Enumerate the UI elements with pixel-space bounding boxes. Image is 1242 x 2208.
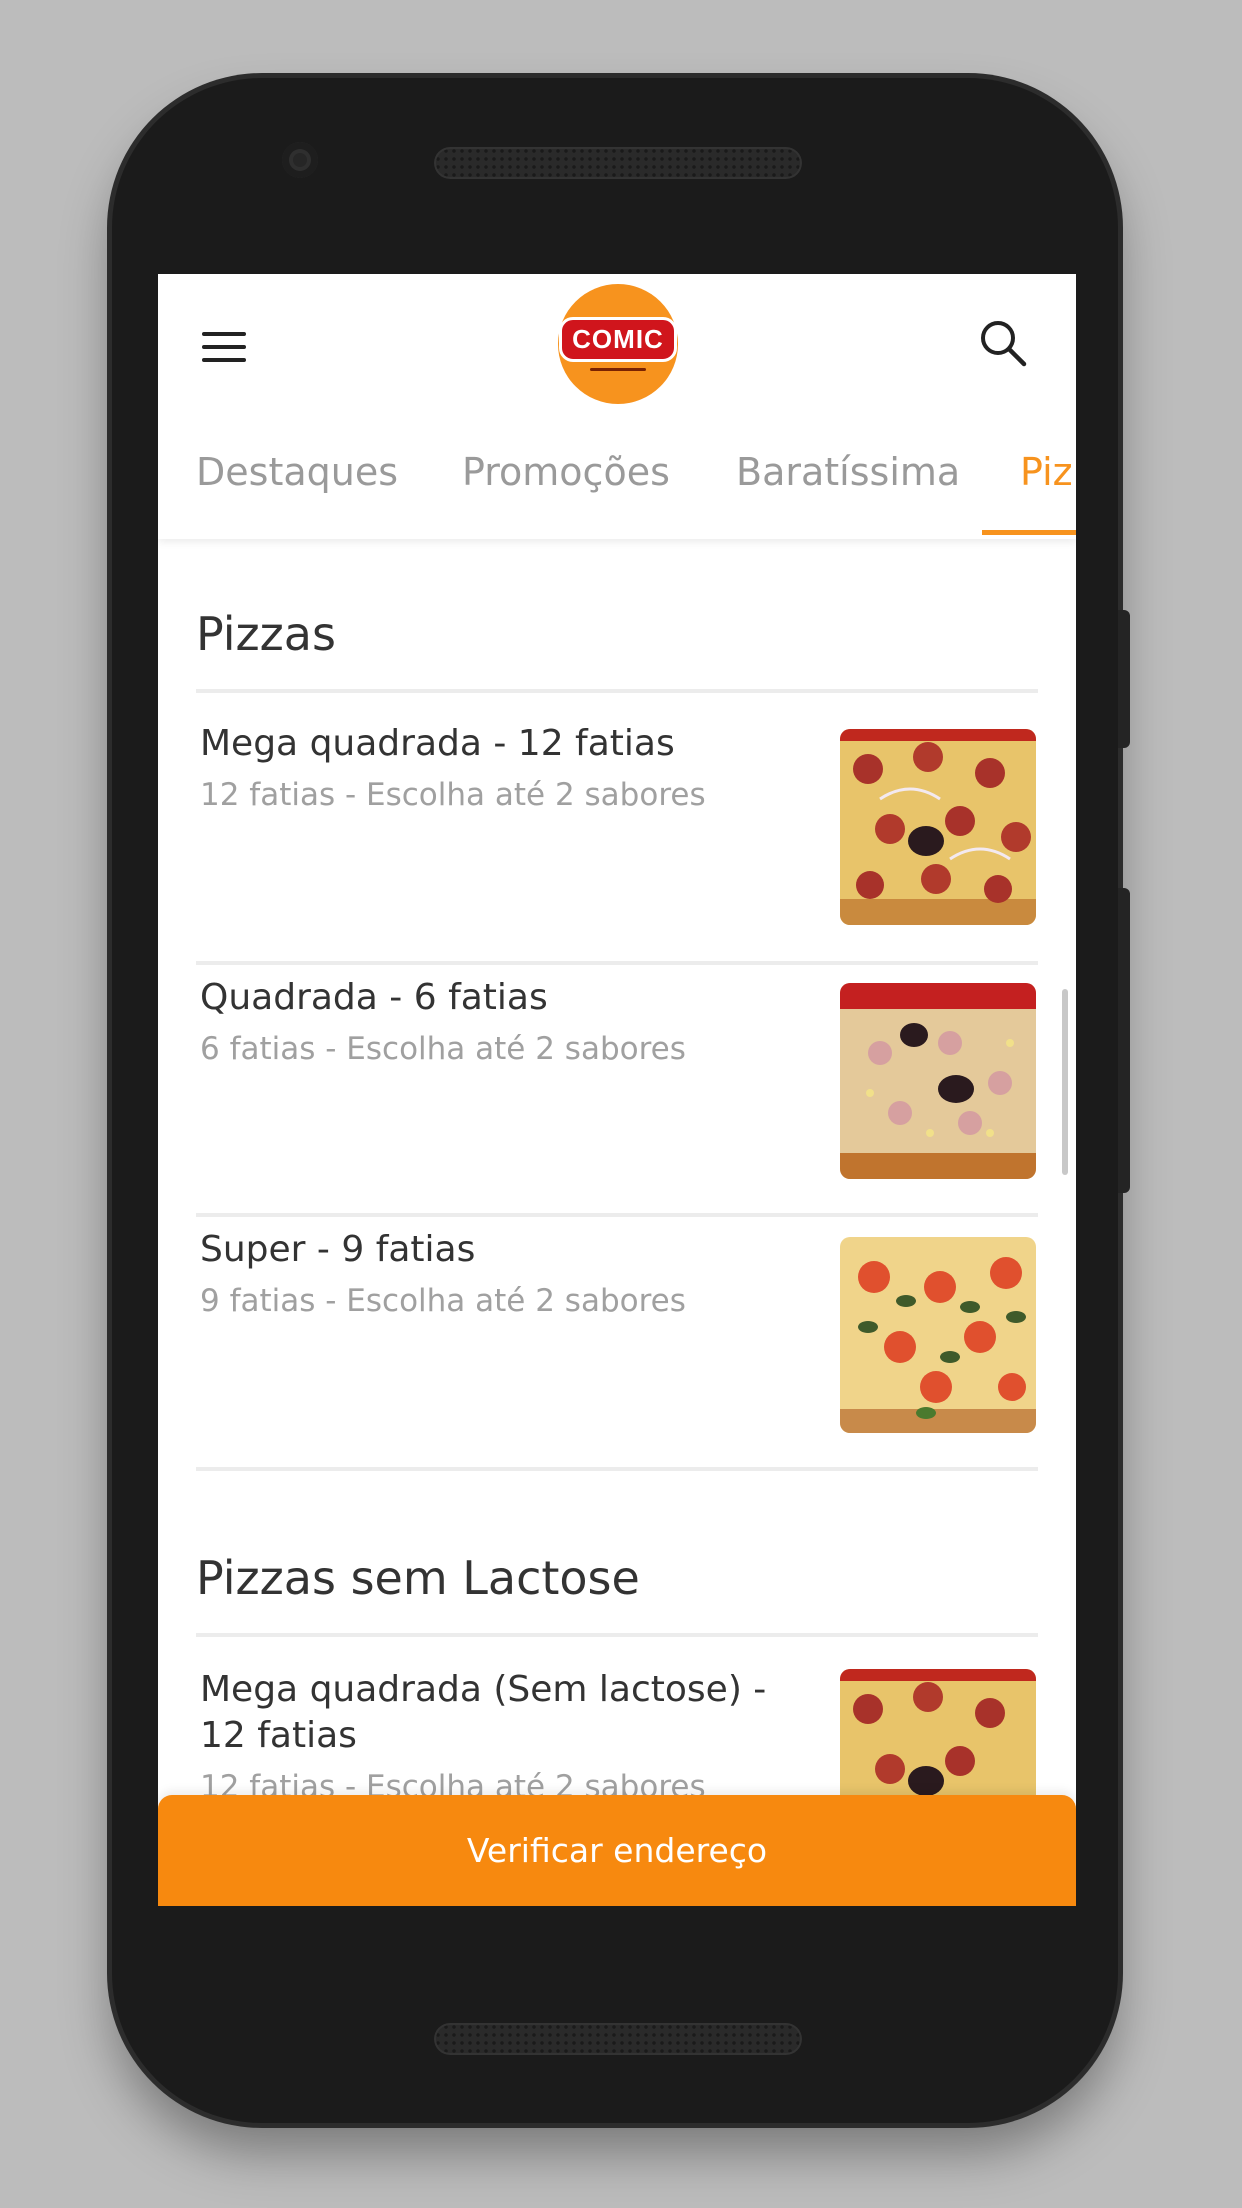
divider	[196, 1213, 1038, 1217]
phone-side-button-bottom	[1118, 888, 1130, 1193]
section-title-pizzas-sem-lactose: Pizzas sem Lactose	[196, 1551, 640, 1605]
item-photo	[840, 1237, 1036, 1433]
item-title: Mega quadrada - 12 fatias	[200, 723, 675, 764]
divider	[196, 1633, 1038, 1637]
tab-baratissima[interactable]: Baratíssima	[736, 444, 960, 539]
verify-address-button[interactable]: Verificar endereço	[158, 1795, 1076, 1906]
list-item[interactable]: Quadrada - 6 fatias 6 fatias - Escolha a…	[196, 975, 1038, 1205]
scrollbar[interactable]	[1062, 989, 1068, 1175]
active-tab-indicator	[982, 530, 1076, 535]
earpiece-speaker	[434, 147, 802, 179]
section-title-pizzas: Pizzas	[196, 607, 336, 661]
app-screen: COMIC Destaques Promoções Baratíssima Pi…	[158, 274, 1076, 1906]
divider	[196, 689, 1038, 693]
divider	[196, 961, 1038, 965]
item-subtitle: 9 fatias - Escolha até 2 sabores	[200, 1283, 686, 1319]
phone-side-button-top	[1118, 610, 1130, 748]
hamburger-icon[interactable]	[202, 330, 248, 366]
item-subtitle: 6 fatias - Escolha até 2 sabores	[200, 1031, 686, 1067]
list-item[interactable]: Mega quadrada - 12 fatias 12 fatias - Es…	[196, 721, 1038, 953]
divider	[196, 1467, 1038, 1471]
tab-promocoes[interactable]: Promoções	[462, 444, 670, 539]
tab-pizzas[interactable]: Piz	[1020, 444, 1073, 539]
item-title: Mega quadrada (Sem lactose) - 12 fatias	[200, 1669, 767, 1756]
front-camera	[282, 142, 318, 178]
category-tabs: Destaques Promoções Baratíssima Piz	[158, 444, 1076, 539]
item-subtitle: 12 fatias - Escolha até 2 sabores	[200, 777, 706, 813]
search-icon[interactable]	[978, 318, 1028, 368]
bottom-speaker	[434, 2023, 802, 2055]
app-header: COMIC Destaques Promoções Baratíssima Pi…	[158, 274, 1076, 539]
logo-wordmark: COMIC	[559, 317, 677, 362]
menu-list: Pizzas Mega quadrada - 12 fatias 12 fati…	[158, 539, 1076, 1906]
tab-destaques[interactable]: Destaques	[196, 444, 398, 539]
item-title: Quadrada - 6 fatias	[200, 977, 548, 1018]
brand-logo: COMIC	[558, 284, 678, 404]
item-title: Super - 9 fatias	[200, 1229, 476, 1270]
item-photo	[840, 983, 1036, 1179]
item-photo	[840, 729, 1036, 925]
logo-tagline-mark	[590, 368, 646, 371]
list-item[interactable]: Super - 9 fatias 9 fatias - Escolha até …	[196, 1227, 1038, 1459]
